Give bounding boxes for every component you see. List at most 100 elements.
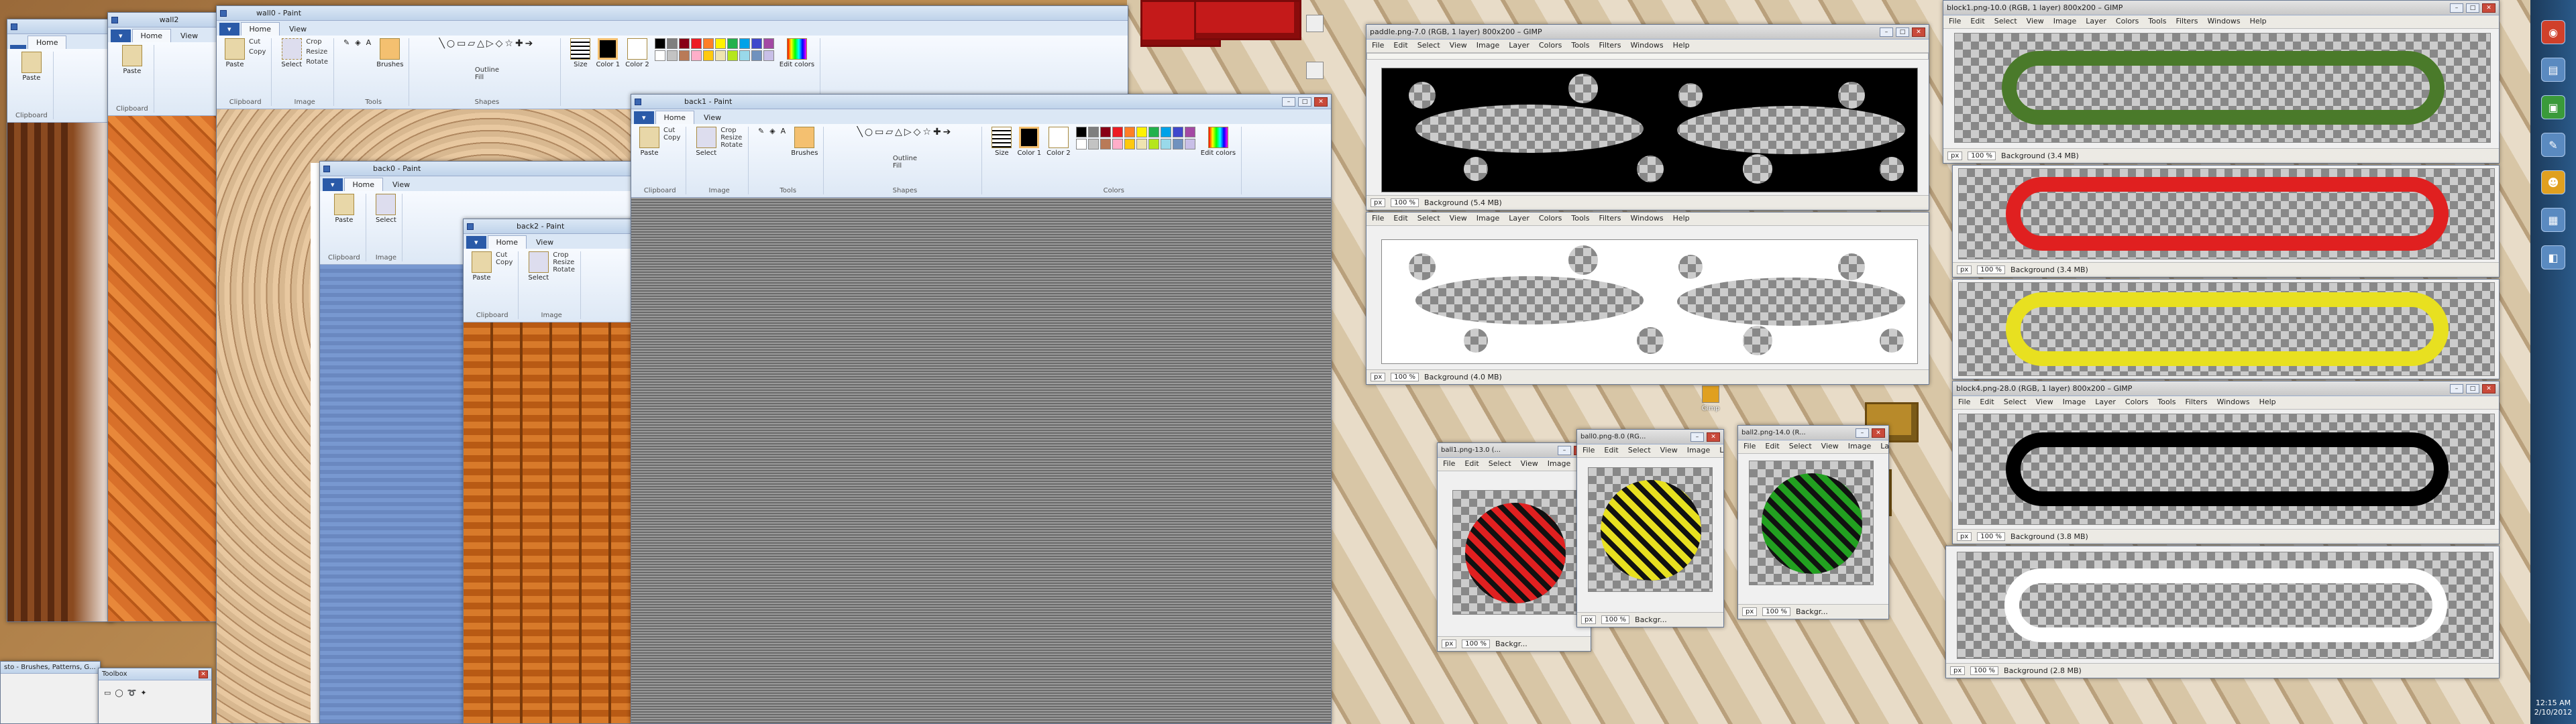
color-swatch[interactable] (739, 50, 750, 61)
edit-colors-button[interactable]: Edit colors (780, 38, 814, 68)
unit-select[interactable]: px (1581, 615, 1597, 624)
zoom-select[interactable]: 100 % (1391, 198, 1419, 207)
zoom-select[interactable]: 100 % (1391, 373, 1419, 381)
minimize-button[interactable]: – (1690, 432, 1704, 442)
tab-file[interactable]: ▾ (219, 23, 239, 36)
menu-item-file[interactable]: File (1582, 446, 1595, 456)
color-swatch[interactable] (1136, 139, 1147, 149)
color-swatch[interactable] (1160, 127, 1171, 137)
menu-item-file[interactable]: File (1949, 17, 1961, 27)
unit-select[interactable]: px (1371, 373, 1386, 381)
title-bar[interactable]: ball1.png-13.0 (...–✕ (1438, 443, 1591, 458)
gimp-window-block1[interactable]: block1.png-10.0 (RGB, 1 layer) 800x200 –… (1943, 0, 2500, 164)
crop-button[interactable]: Crop (553, 251, 575, 259)
color-swatch[interactable] (714, 38, 726, 49)
color-swatch[interactable] (1160, 139, 1171, 149)
color1-button[interactable]: Color 1 (1017, 127, 1041, 157)
gimp-window-block2[interactable]: px 100 % Background (3.4 MB) (1952, 165, 2500, 278)
paint-icon[interactable]: ✎ (2541, 133, 2565, 157)
select-button[interactable]: Select (696, 127, 716, 157)
title-bar[interactable]: paddle.png-7.0 (RGB, 1 layer) 800x200 – … (1366, 25, 1929, 40)
close-button[interactable]: ✕ (1872, 428, 1885, 438)
color-palette[interactable] (654, 38, 774, 61)
tab-file[interactable]: ▾ (466, 236, 486, 249)
paint-window-wall-left[interactable]: Home Paste Clipboard (7, 19, 114, 622)
outline-button[interactable]: Outline (893, 155, 917, 162)
menu-item-image[interactable]: Image (1687, 446, 1710, 456)
menu-item-windows[interactable]: Windows (1630, 41, 1663, 51)
maximize-button[interactable]: □ (2466, 3, 2479, 13)
fill-button[interactable]: Fill (475, 74, 499, 81)
close-button[interactable]: ✕ (199, 670, 208, 678)
zoom-select[interactable]: 100 % (1601, 615, 1630, 624)
menu-item-edit[interactable]: Edit (1604, 446, 1618, 456)
menu-item-select[interactable]: Select (1994, 17, 2017, 27)
color-swatch[interactable] (1172, 127, 1183, 137)
menu-item-image[interactable]: Image (1477, 214, 1499, 224)
menu-item-filters[interactable]: Filters (1599, 41, 1621, 51)
ellipse-select-icon[interactable]: ◯ (115, 688, 123, 697)
title-bar[interactable] (7, 19, 113, 34)
menu-item-edit[interactable]: Edit (1980, 398, 1994, 408)
close-button[interactable]: ✕ (1314, 97, 1328, 107)
paste-button[interactable]: Paste (225, 38, 245, 68)
menu-item-layer[interactable]: Layer (2086, 17, 2106, 27)
menu-item-layer[interactable]: Layer (1719, 446, 1723, 456)
zoom-select[interactable]: 100 % (1970, 666, 1999, 675)
tab-home[interactable]: Home (28, 36, 67, 49)
lasso-icon[interactable]: ➰ (127, 688, 137, 697)
edit-colors-button[interactable]: Edit colors (1201, 127, 1236, 157)
color-swatch[interactable] (1112, 139, 1123, 149)
menu-item-select[interactable]: Select (1417, 214, 1440, 224)
title-bar[interactable]: ball2.png-14.0 (R... – ✕ (1738, 426, 1888, 440)
cut-button[interactable]: Cut (249, 38, 266, 46)
outline-button[interactable]: Outline (475, 66, 499, 74)
tab-file[interactable]: ▾ (323, 178, 343, 191)
color-swatch[interactable] (1087, 139, 1099, 149)
title-bar[interactable]: Toolbox ✕ (99, 668, 211, 680)
menu-item-select[interactable]: Select (1489, 459, 1511, 469)
unit-select[interactable]: px (1742, 607, 1758, 616)
gimp-window-ball1[interactable]: ball1.png-13.0 (...–✕ FileEditSelectView… (1437, 442, 1591, 652)
fill-button[interactable]: Fill (893, 162, 917, 170)
toolbox-panel[interactable]: Toolbox ✕ ▭ ◯ ➰ ✦ (98, 668, 212, 724)
brushes-button[interactable]: Brushes (791, 127, 818, 157)
color-swatch[interactable] (1124, 127, 1135, 137)
folder-icon[interactable]: ▤ (2541, 58, 2565, 82)
menu-item-windows[interactable]: Windows (1630, 214, 1663, 224)
minimize-button[interactable]: – (2450, 383, 2463, 394)
paste-button[interactable]: Paste (472, 251, 492, 282)
copy-button[interactable]: Copy (496, 259, 513, 266)
menu-item-tools[interactable]: Tools (1571, 214, 1589, 224)
color-swatch[interactable] (690, 38, 702, 49)
size-button[interactable]: Size (991, 127, 1012, 157)
paste-button[interactable]: Paste (639, 127, 659, 157)
browser-icon[interactable]: ◉ (2541, 20, 2565, 44)
menu-item-colors[interactable]: Colors (1539, 41, 1562, 51)
paint-window-back1[interactable]: back1 - Paint – □ ✕ ▾ Home View Paste Cut Copy C… (631, 94, 1332, 724)
close-button[interactable]: ✕ (1707, 432, 1720, 442)
menu-item-view[interactable]: View (1450, 214, 1467, 224)
menu-item-help[interactable]: Help (1673, 214, 1690, 224)
zoom-select[interactable]: 100 % (1968, 152, 1996, 160)
select-button[interactable]: Select (281, 38, 302, 68)
text-icon[interactable]: A (781, 127, 786, 157)
color-swatch[interactable] (666, 50, 678, 61)
menu-item-tools[interactable]: Tools (1571, 41, 1589, 51)
menu-item-file[interactable]: File (1372, 214, 1384, 224)
color-swatch[interactable] (763, 50, 774, 61)
desktop-icon[interactable] (1301, 62, 1328, 81)
gimp-window-ball2[interactable]: ball2.png-14.0 (R... – ✕ File Edit Select Vie… (1737, 425, 1889, 619)
brushes-panel[interactable]: sto - Brushes, Patterns, G... (0, 661, 101, 724)
color-swatch[interactable] (654, 50, 665, 61)
gimp-window-block5[interactable]: px 100 % Background (2.8 MB) (1945, 546, 2500, 678)
color-swatch[interactable] (727, 38, 738, 49)
menu-item-view[interactable]: View (2036, 398, 2053, 408)
shapes-gallery[interactable]: ╲○▭▱△▷◇☆✚➔ (857, 127, 953, 137)
color-swatch[interactable] (1172, 139, 1183, 149)
menu-item-layer[interactable]: Layer (2095, 398, 2116, 408)
color1-button[interactable]: Color 1 (596, 38, 620, 68)
cut-button[interactable]: Cut (496, 251, 513, 259)
color-swatch[interactable] (1075, 127, 1087, 137)
color-swatch[interactable] (678, 38, 690, 49)
